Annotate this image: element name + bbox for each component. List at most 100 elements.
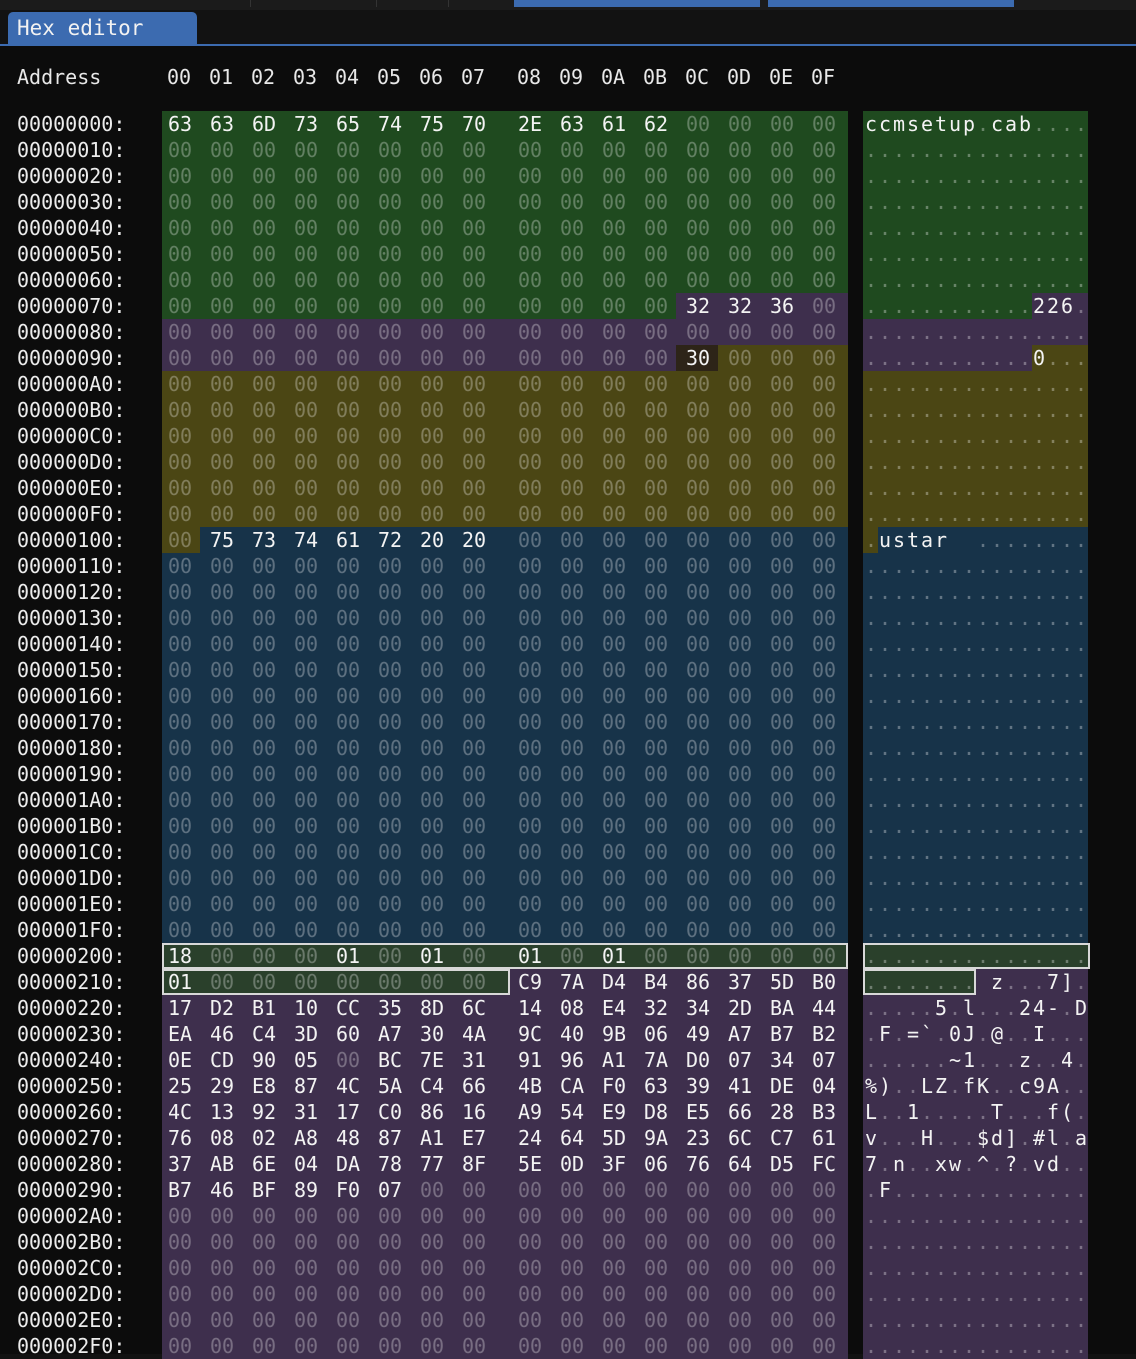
hex-byte[interactable]: 00 — [374, 319, 406, 345]
hex-byte[interactable]: 24 — [514, 1125, 546, 1151]
hex-byte[interactable]: 00 — [458, 865, 490, 891]
hex-byte[interactable]: 31 — [290, 1099, 322, 1125]
hex-byte[interactable]: 00 — [808, 605, 840, 631]
ascii-row[interactable]: ...... ~1... z.. 4. — [864, 1047, 1088, 1073]
hex-byte[interactable]: 17 — [332, 1099, 364, 1125]
ascii-row[interactable]: ................ — [864, 683, 1088, 709]
hex-byte[interactable]: F0 — [332, 1177, 364, 1203]
hex-byte[interactable]: 00 — [598, 1177, 630, 1203]
hex-byte[interactable]: 23 — [682, 1125, 714, 1151]
hex-byte[interactable]: E9 — [598, 1099, 630, 1125]
hex-byte[interactable]: 00 — [248, 1203, 280, 1229]
hex-byte[interactable]: 00 — [206, 1333, 238, 1359]
hex-byte[interactable]: 00 — [766, 1177, 798, 1203]
hex-byte[interactable]: 00 — [724, 137, 756, 163]
hex-byte[interactable]: 00 — [332, 839, 364, 865]
hex-byte[interactable]: CA — [556, 1073, 588, 1099]
hex-byte[interactable]: 76 — [164, 1125, 196, 1151]
ascii-row[interactable]: ............226. — [864, 293, 1088, 319]
hex-byte[interactable]: 00 — [682, 1229, 714, 1255]
ascii-row[interactable]: ................ — [864, 579, 1088, 605]
hex-byte[interactable]: 00 — [556, 397, 588, 423]
hex-byte[interactable]: 00 — [416, 1281, 448, 1307]
hex-byte[interactable]: 00 — [598, 1255, 630, 1281]
hex-byte[interactable]: 00 — [766, 579, 798, 605]
hex-byte[interactable]: 00 — [458, 501, 490, 527]
hex-byte[interactable]: 00 — [206, 475, 238, 501]
hex-byte[interactable]: 00 — [206, 137, 238, 163]
hex-byte[interactable]: 00 — [374, 293, 406, 319]
hex-byte[interactable]: 00 — [640, 1281, 672, 1307]
hex-byte[interactable]: 00 — [416, 215, 448, 241]
hex-byte[interactable]: 00 — [640, 1307, 672, 1333]
hex-byte[interactable]: 00 — [332, 761, 364, 787]
hex-byte[interactable]: D2 — [206, 995, 238, 1021]
hex-byte[interactable]: 36 — [766, 293, 798, 319]
hex-byte[interactable]: 00 — [248, 839, 280, 865]
hex-byte[interactable]: 00 — [332, 1255, 364, 1281]
hex-byte[interactable]: 00 — [640, 839, 672, 865]
hex-byte[interactable]: 00 — [164, 371, 196, 397]
hex-byte[interactable]: 00 — [556, 449, 588, 475]
top-strip-tab[interactable] — [768, 0, 1014, 7]
hex-byte[interactable]: 00 — [416, 501, 448, 527]
hex-byte[interactable]: 00 — [682, 1255, 714, 1281]
hex-byte[interactable]: 00 — [598, 215, 630, 241]
hex-byte[interactable]: 9C — [514, 1021, 546, 1047]
hex-byte[interactable]: 00 — [248, 1333, 280, 1359]
hex-byte[interactable]: 00 — [682, 475, 714, 501]
hex-byte[interactable]: 00 — [164, 787, 196, 813]
hex-byte[interactable]: 00 — [458, 813, 490, 839]
hex-byte[interactable]: 00 — [766, 657, 798, 683]
hex-byte[interactable]: 00 — [514, 1281, 546, 1307]
hex-byte[interactable]: 00 — [206, 501, 238, 527]
tab-hex-editor[interactable]: Hex editor — [8, 12, 197, 45]
hex-byte[interactable]: 00 — [724, 449, 756, 475]
hex-byte[interactable]: 00 — [374, 1203, 406, 1229]
hex-byte[interactable]: 00 — [290, 293, 322, 319]
hex-byte[interactable]: 00 — [598, 917, 630, 943]
hex-byte[interactable]: 00 — [514, 241, 546, 267]
hex-byte[interactable]: 00 — [682, 891, 714, 917]
hex-byte[interactable]: 00 — [808, 397, 840, 423]
hex-byte[interactable]: 00 — [640, 657, 672, 683]
hex-byte[interactable]: EA — [164, 1021, 196, 1047]
hex-byte[interactable]: 00 — [248, 605, 280, 631]
hex-byte[interactable]: 00 — [808, 137, 840, 163]
hex-byte[interactable]: 00 — [640, 267, 672, 293]
hex-byte[interactable]: 00 — [290, 241, 322, 267]
hex-byte[interactable]: 00 — [724, 215, 756, 241]
hex-byte[interactable]: 00 — [206, 813, 238, 839]
hex-byte[interactable]: 00 — [682, 371, 714, 397]
hex-byte[interactable]: 00 — [416, 631, 448, 657]
hex-byte[interactable]: 00 — [514, 709, 546, 735]
ascii-row[interactable]: ................ — [864, 761, 1088, 787]
hex-byte[interactable]: 00 — [416, 917, 448, 943]
hex-byte[interactable]: 00 — [640, 449, 672, 475]
ascii-row[interactable]: ................ — [864, 917, 1088, 943]
hex-byte[interactable]: 00 — [766, 787, 798, 813]
ascii-row[interactable]: L.. 1..... T... f(. — [864, 1099, 1088, 1125]
hex-byte[interactable]: 00 — [458, 709, 490, 735]
hex-byte[interactable]: 00 — [164, 397, 196, 423]
hex-byte[interactable]: 08 — [556, 995, 588, 1021]
ascii-row[interactable]: ................ — [864, 137, 1088, 163]
hex-byte[interactable]: 00 — [514, 813, 546, 839]
hex-byte[interactable]: 04 — [808, 1073, 840, 1099]
hex-byte[interactable]: 00 — [332, 189, 364, 215]
hex-byte[interactable]: 00 — [290, 475, 322, 501]
ascii-row[interactable]: .ustar ........ — [864, 527, 1088, 553]
hex-byte[interactable]: A1 — [598, 1047, 630, 1073]
hex-byte[interactable]: 00 — [290, 735, 322, 761]
hex-byte[interactable]: 00 — [682, 813, 714, 839]
hex-byte[interactable]: 00 — [724, 163, 756, 189]
hex-byte[interactable]: 00 — [808, 553, 840, 579]
hex-byte[interactable]: 00 — [598, 605, 630, 631]
hex-byte[interactable]: 00 — [766, 111, 798, 137]
hex-byte[interactable]: 00 — [290, 137, 322, 163]
hex-byte[interactable]: 00 — [290, 813, 322, 839]
hex-byte[interactable]: 00 — [164, 137, 196, 163]
hex-byte[interactable]: 00 — [808, 787, 840, 813]
hex-byte[interactable]: 00 — [766, 553, 798, 579]
hex-byte[interactable]: 00 — [808, 475, 840, 501]
